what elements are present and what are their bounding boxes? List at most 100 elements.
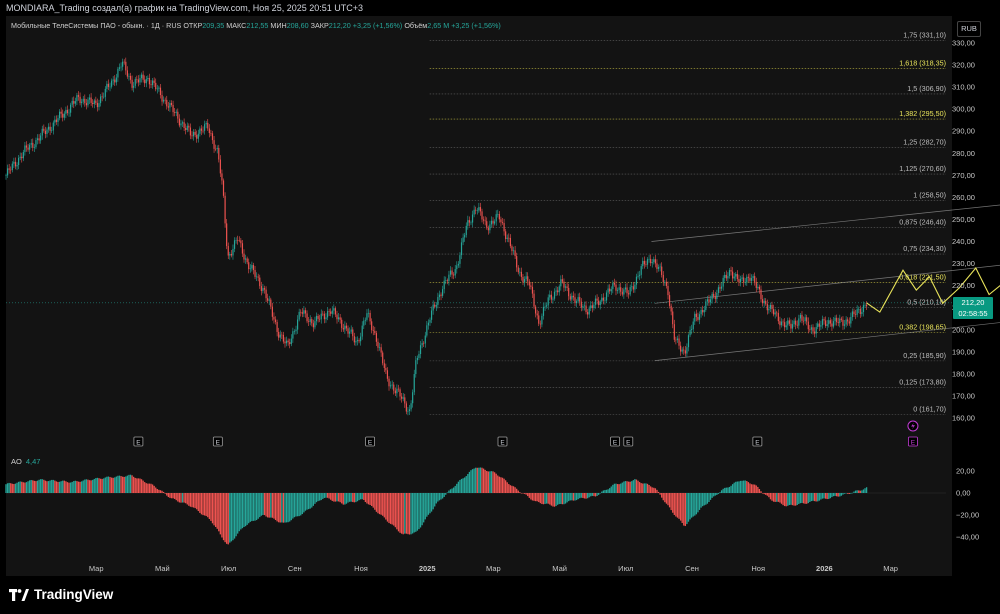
- candle-body: [659, 266, 661, 268]
- ao-bar: [197, 493, 199, 512]
- candle-body: [93, 100, 95, 105]
- ao-bar: [634, 479, 636, 493]
- open-value: 209,35: [202, 21, 225, 30]
- ao-bar: [371, 493, 373, 506]
- ao-bar: [597, 493, 600, 495]
- parallel-channel[interactable]: [651, 193, 1000, 361]
- ao-bar: [292, 493, 294, 519]
- ao-bar: [452, 487, 455, 493]
- ao-bar: [172, 493, 174, 499]
- fib-level-label: 1,382 (295,50): [899, 109, 946, 118]
- candle-body: [779, 321, 781, 326]
- ao-axis-tick: −20,00: [956, 511, 979, 520]
- candle-body: [208, 128, 210, 133]
- candle-body: [535, 306, 537, 314]
- ao-bar: [317, 493, 319, 502]
- ao-bar: [654, 488, 657, 493]
- candle-body: [795, 320, 797, 325]
- ao-bar: [711, 493, 713, 498]
- symbol-title: Мобильные ТелеСистемы ПАО - обыкн. · 1Д …: [11, 21, 182, 30]
- candle-body: [525, 276, 527, 280]
- currency-button[interactable]: RUB: [957, 21, 981, 37]
- candle-body: [175, 111, 177, 113]
- candle-body: [356, 340, 359, 342]
- chart-canvas[interactable]: 1,75 (331,10) 1,618 (318,35) 1,5 (306,90) 1…: [0, 0, 1000, 614]
- ao-bar: [333, 493, 335, 502]
- ao-bar: [129, 474, 132, 493]
- ao-bar: [865, 487, 868, 493]
- candle-body: [63, 113, 65, 118]
- candle-body: [325, 317, 327, 320]
- ao-bar: [88, 480, 91, 493]
- symbol-legend[interactable]: Мобильные ТелеСистемы ПАО - обыкн. · 1Д …: [11, 21, 501, 30]
- candle-body: [339, 317, 341, 320]
- ao-bar: [123, 476, 125, 493]
- ao-legend[interactable]: AO 4,47: [11, 457, 40, 466]
- time-axis-tick: Май: [155, 564, 170, 573]
- candle-body: [468, 220, 470, 223]
- candle-body: [572, 295, 575, 298]
- ao-bar: [821, 493, 824, 499]
- change-value: +3,25 (+1,56%): [352, 21, 403, 30]
- ao-bar: [268, 493, 270, 518]
- candle-body: [142, 74, 144, 80]
- candle-body: [74, 101, 76, 104]
- candle-body: [331, 310, 333, 314]
- candle-body: [13, 161, 15, 164]
- tradingview-logo[interactable]: TradingView: [9, 587, 113, 602]
- ao-bar: [62, 480, 64, 493]
- ao-bar: [815, 493, 817, 502]
- candle-body: [389, 385, 392, 387]
- candle-body: [845, 319, 847, 325]
- candle-body: [19, 156, 21, 158]
- candle-body: [574, 297, 576, 304]
- ao-bar: [257, 493, 259, 519]
- candle-body: [207, 122, 209, 129]
- ao-bar: [505, 480, 507, 493]
- ao-bar: [82, 480, 84, 493]
- candle-body: [374, 330, 376, 334]
- ao-bar: [665, 493, 668, 504]
- candle-body: [777, 313, 779, 322]
- footer-bar: [0, 581, 1000, 614]
- candle-body: [538, 315, 540, 324]
- candle-body: [426, 325, 428, 336]
- candle-body: [694, 313, 696, 322]
- candle-body: [301, 312, 303, 314]
- candle-body: [476, 210, 478, 212]
- ao-bar: [352, 493, 354, 503]
- ao-bar: [735, 481, 737, 493]
- candle-body: [314, 321, 316, 328]
- ao-bar: [719, 492, 721, 493]
- candle-body: [393, 384, 395, 391]
- candle-body: [484, 220, 486, 222]
- candle-body: [481, 211, 483, 220]
- event-markers[interactable]: EEEEEEEE: [133, 420, 919, 447]
- candle-body: [560, 279, 562, 287]
- candle-body: [464, 235, 466, 238]
- candle-body: [498, 214, 500, 220]
- candle-body: [459, 255, 461, 264]
- candle-body: [754, 276, 756, 283]
- candle-body: [429, 319, 431, 323]
- candle-body: [780, 321, 783, 326]
- ao-bar: [774, 493, 776, 502]
- price-axis-tick: 300,00: [952, 105, 975, 114]
- candle-body: [692, 321, 694, 330]
- ao-bar: [771, 493, 773, 501]
- candle-body: [629, 287, 631, 295]
- event-badge-label: E: [911, 439, 916, 446]
- candle-body: [558, 286, 560, 293]
- candle-body: [385, 367, 387, 371]
- ao-bar: [136, 478, 138, 493]
- ao-bar: [627, 481, 630, 493]
- ao-bar: [341, 493, 343, 504]
- ao-bar: [226, 493, 228, 544]
- low-value: 208,60: [286, 21, 309, 30]
- ao-bar: [858, 490, 860, 493]
- ao-bar: [121, 476, 124, 493]
- fibonacci-extension[interactable]: 1,75 (331,10) 1,618 (318,35) 1,5 (306,90) 1…: [6, 31, 952, 415]
- candle-body: [766, 303, 768, 311]
- ao-bar: [429, 493, 431, 514]
- price-axis-tick: 180,00: [952, 369, 975, 378]
